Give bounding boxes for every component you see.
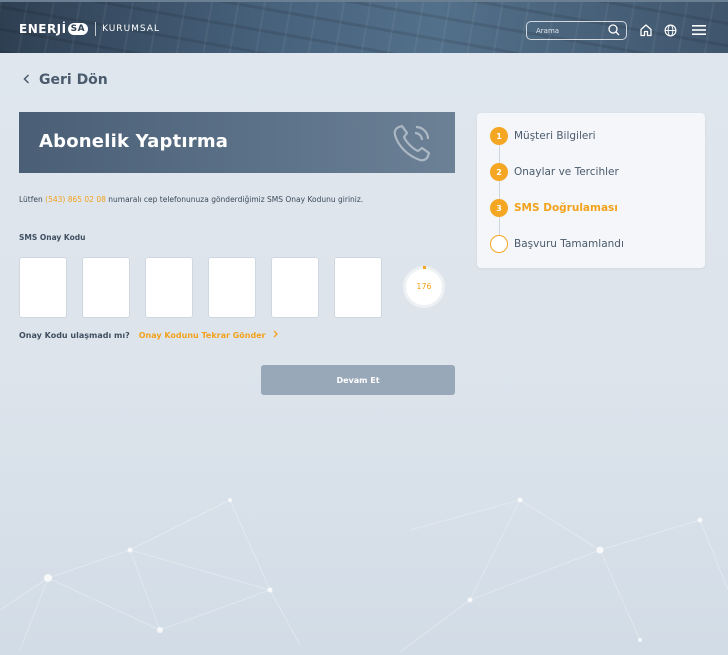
sms-code-digit-6[interactable] <box>334 257 382 318</box>
logo-subtitle: KURUMSAL <box>102 24 160 34</box>
continue-button[interactable]: Devam Et <box>261 365 455 395</box>
countdown-timer: 176 <box>403 265 445 308</box>
resend-row: Onay Kodu ulaşmadı mı? Onay Kodunu Tekra… <box>19 330 278 340</box>
step-label: Onaylar ve Tercihler <box>514 166 619 178</box>
instruction-suffix: numaralı cep telefonunuza gönderdiğimiz … <box>108 195 364 204</box>
home-icon[interactable] <box>638 22 654 38</box>
chevron-right-icon <box>273 330 278 340</box>
step-label: SMS Doğrulaması <box>514 202 618 214</box>
sms-code-label: SMS Onay Kodu <box>19 233 86 242</box>
phone-icon <box>390 121 434 169</box>
page-title: Abonelik Yaptırma <box>39 131 229 152</box>
search-box[interactable] <box>526 21 627 40</box>
instruction-prefix: Lütfen <box>19 195 43 204</box>
sms-code-digit-3[interactable] <box>145 257 193 318</box>
chevron-left-icon <box>23 72 30 88</box>
resend-link-label: Onay Kodunu Tekrar Gönder <box>138 330 266 340</box>
back-label: Geri Dön <box>39 72 108 88</box>
globe-icon[interactable] <box>662 22 678 38</box>
step-customer-info: 1 Müşteri Bilgileri <box>490 127 596 145</box>
logo-sa-mark: SA <box>67 23 89 35</box>
sms-code-digit-5[interactable] <box>271 257 319 318</box>
step-label: Başvuru Tamamlandı <box>514 238 624 250</box>
step-sms-verification: 3 SMS Doğrulaması <box>490 199 618 217</box>
instruction-text: Lütfen (543) 865 02 08 numaralı cep tele… <box>19 195 363 204</box>
sms-code-digit-1[interactable] <box>19 257 67 318</box>
network-background <box>0 497 728 653</box>
phone-number: (543) 865 02 08 <box>45 195 106 204</box>
back-link[interactable]: Geri Dön <box>23 72 108 88</box>
search-icon[interactable] <box>608 21 620 40</box>
resend-code-link[interactable]: Onay Kodunu Tekrar Gönder <box>139 330 278 340</box>
timer-value: 176 <box>416 282 432 291</box>
logo-divider <box>95 22 97 36</box>
step-number: 2 <box>490 163 508 181</box>
page-title-banner: Abonelik Yaptırma <box>19 112 455 173</box>
step-number: 1 <box>490 127 508 145</box>
stepper-line <box>499 137 500 245</box>
logo-brand: ENERJİ <box>19 22 67 36</box>
step-label: Müşteri Bilgileri <box>514 130 596 142</box>
search-input[interactable] <box>536 26 596 35</box>
step-number: 3 <box>490 199 508 217</box>
sms-code-digit-4[interactable] <box>208 257 256 318</box>
step-application-complete: Başvuru Tamamlandı <box>490 235 624 253</box>
progress-stepper: 1 Müşteri Bilgileri 2 Onaylar ve Tercihl… <box>477 113 705 268</box>
enerjisa-logo[interactable]: ENERJİ SA KURUMSAL <box>19 22 160 36</box>
sms-code-digit-2[interactable] <box>82 257 130 318</box>
menu-icon[interactable] <box>691 22 707 38</box>
top-header: ENERJİ SA KURUMSAL <box>0 0 728 53</box>
resend-question: Onay Kodu ulaşmadı mı? <box>19 330 130 340</box>
step-approvals: 2 Onaylar ve Tercihler <box>490 163 619 181</box>
step-number <box>490 235 508 253</box>
